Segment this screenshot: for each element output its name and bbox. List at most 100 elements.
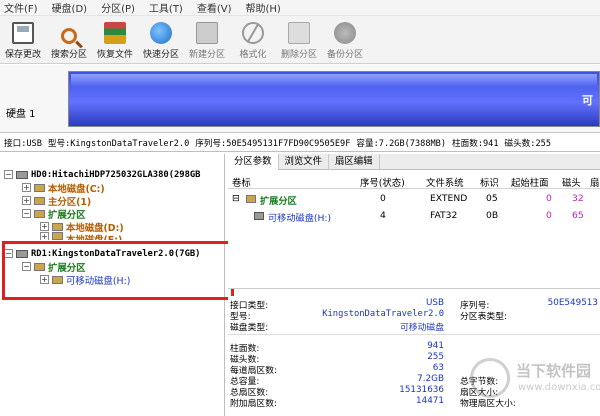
row-head: 65	[572, 210, 584, 221]
recover-files-button[interactable]: 恢复文件	[92, 16, 138, 64]
partition-icon	[34, 196, 45, 205]
quick-partition-button[interactable]: 快速分区	[138, 16, 184, 64]
format-label: 格式化	[239, 50, 267, 60]
tree-label-local-c: 本地磁盘(C:)	[48, 183, 105, 195]
collapse-icon[interactable]: −	[22, 209, 31, 218]
new-partition-button[interactable]: 新建分区	[184, 16, 230, 64]
partition-table: 卷标 序号(状态) 文件系统 标识 起始柱面 磁头 扇 ⊟ 扩展分区 0 EXT…	[228, 171, 600, 289]
menu-view[interactable]: 查看(V)	[197, 0, 232, 15]
disk-info-bar: 接口:USB 型号:KingstonDataTraveler2.0 序列号:50…	[0, 134, 600, 152]
menu-bar: 文件(F) 硬盘(D) 分区(P) 工具(T) 查看(V) 帮助(H)	[0, 0, 600, 16]
menu-file[interactable]: 文件(F)	[4, 0, 38, 15]
col-filesystem[interactable]: 文件系统	[426, 175, 464, 189]
info-cylinders: 柱面数:941	[452, 138, 499, 149]
search-partition-label: 搜索分区	[50, 50, 87, 60]
watermark-logo-icon	[470, 358, 510, 398]
search-icon	[61, 28, 77, 44]
info-serial: 序列号:50E5495131F7FD90C9505E9F	[195, 138, 351, 149]
backup-partition-label: 备份分区	[326, 50, 363, 60]
col-head[interactable]: 磁头	[562, 175, 581, 189]
detail-value: 7.2GB	[417, 374, 444, 384]
highlight-box	[2, 241, 234, 300]
tab-bar: 分区参数 浏览文件 扇区编辑	[228, 154, 600, 170]
save-button[interactable]: 保存更改	[0, 16, 46, 64]
tree-item-extended[interactable]: − 扩展分区	[22, 207, 86, 221]
tree-item-primary[interactable]: + 主分区(1)	[22, 194, 92, 208]
row-id: 0B	[486, 210, 499, 221]
quick-partition-label: 快速分区	[142, 50, 179, 60]
divider	[228, 334, 600, 335]
detail-value: 15131636	[399, 385, 444, 395]
detail-value: 50E549513	[547, 298, 598, 308]
quick-partition-icon	[150, 22, 172, 44]
tab-sector-edit[interactable]: 扇区编辑	[329, 154, 380, 170]
table-row[interactable]: ⊟ 扩展分区 0 EXTEND 05 0 32	[228, 191, 600, 207]
menu-disk[interactable]: 硬盘(D)	[52, 0, 88, 15]
info-capacity: 容量:7.2GB(7388MB)	[356, 138, 447, 149]
partition-icon	[34, 209, 45, 218]
search-partition-button[interactable]: 搜索分区	[46, 16, 92, 64]
new-partition-icon	[196, 22, 218, 44]
col-index[interactable]: 序号(状态)	[360, 175, 405, 189]
col-id[interactable]: 标识	[480, 175, 499, 189]
save-icon	[12, 22, 34, 44]
disk-partition-graphic[interactable]: 可	[68, 71, 600, 127]
info-model: 型号:KingstonDataTraveler2.0	[47, 138, 190, 149]
detail-value: 255	[427, 352, 444, 362]
tab-browse-files[interactable]: 浏览文件	[279, 154, 330, 170]
col-volume[interactable]: 卷标	[232, 175, 251, 189]
col-sector[interactable]: 扇	[590, 175, 599, 189]
partition-icon	[52, 222, 63, 231]
detail-value: KingstonDataTraveler2.0	[322, 309, 444, 319]
collapse-icon[interactable]: −	[4, 170, 13, 179]
tree-item-local-c[interactable]: + 本地磁盘(C:)	[22, 181, 105, 195]
save-label: 保存更改	[4, 50, 41, 60]
new-partition-label: 新建分区	[188, 50, 225, 60]
toolbar: 保存更改 搜索分区 恢复文件 快速分区 新建分区 格式化 删除分区 备份分区	[0, 16, 600, 64]
recover-icon	[104, 22, 126, 44]
row-index: 0	[380, 193, 386, 204]
expand-icon[interactable]: +	[40, 222, 49, 231]
disk-icon	[16, 170, 28, 179]
removable-disk-icon	[254, 212, 264, 220]
backup-partition-button[interactable]: 备份分区	[322, 16, 368, 64]
watermark-title: 当下软件园	[516, 362, 592, 380]
row-id: 05	[486, 193, 498, 204]
info-interface: 接口:USB	[4, 138, 42, 149]
disk-map: 硬盘 1 可	[0, 65, 600, 133]
col-start-cylinder[interactable]: 起始柱面	[511, 175, 549, 189]
disk-label: 硬盘 1	[6, 109, 36, 120]
watermark: 当下软件园 www.downxia.com	[470, 352, 600, 408]
menu-partition[interactable]: 分区(P)	[101, 0, 135, 15]
detail-value: 63	[432, 363, 444, 373]
expand-icon[interactable]: +	[22, 183, 31, 192]
detail-value: 14471	[416, 396, 444, 406]
expand-icon[interactable]: +	[22, 196, 31, 205]
collapse-icon[interactable]: ⊟	[232, 193, 240, 204]
detail-value: 可移动磁盘	[400, 323, 444, 333]
partition-icon	[246, 195, 256, 203]
menu-tools[interactable]: 工具(T)	[149, 0, 183, 15]
menu-help[interactable]: 帮助(H)	[246, 0, 281, 15]
tree-label-local-e: 本地磁盘(E:)	[66, 232, 122, 240]
tree-label-extended: 扩展分区	[48, 209, 86, 221]
delete-partition-button[interactable]: 删除分区	[276, 16, 322, 64]
delete-partition-label: 删除分区	[280, 50, 317, 60]
expand-icon[interactable]: +	[40, 232, 49, 240]
tree-label-hd0: HD0:HitachiHDP725032GLA380(298GB	[31, 169, 201, 180]
tab-partition-params[interactable]: 分区参数	[228, 154, 279, 170]
table-header: 卷标 序号(状态) 文件系统 标识 起始柱面 磁头 扇	[228, 171, 600, 189]
tree-item-local-e[interactable]: + 本地磁盘(E:)	[40, 232, 122, 240]
format-button[interactable]: 格式化	[230, 16, 276, 64]
row-start: 0	[546, 193, 552, 204]
row-start: 0	[546, 210, 552, 221]
row-index: 4	[380, 210, 386, 221]
tree-label-primary: 主分区(1)	[48, 196, 92, 208]
table-row[interactable]: 可移动磁盘(H:) 4 FAT32 0B 0 65	[228, 208, 600, 224]
backup-icon	[334, 22, 356, 44]
partition-icon	[34, 183, 45, 192]
watermark-url: www.downxia.com	[518, 382, 600, 393]
row-head: 32	[572, 193, 584, 204]
disk-graphic-label: 可	[582, 94, 593, 107]
tree-item-hd0[interactable]: − HD0:HitachiHDP725032GLA380(298GB	[4, 168, 200, 181]
